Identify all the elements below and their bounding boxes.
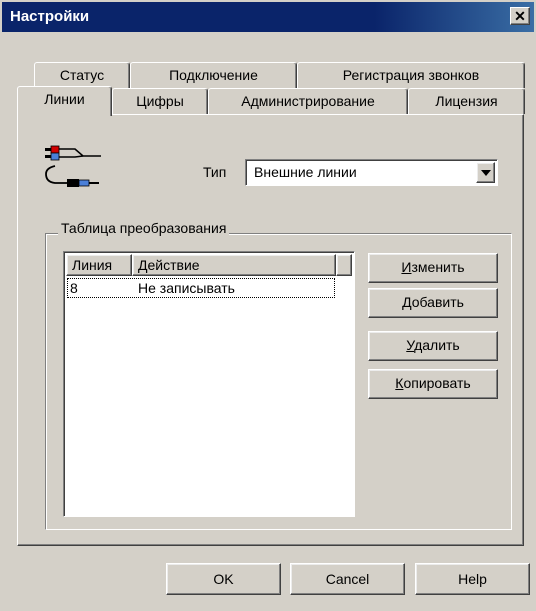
type-select[interactable]: Внешние линии — [245, 159, 498, 186]
delete-button[interactable]: Удалить — [368, 331, 498, 361]
dropdown-arrow-icon[interactable] — [476, 162, 495, 183]
edit-button-hotkey: И — [401, 259, 412, 275]
add-button[interactable]: Добавить — [368, 288, 498, 318]
row-action-cell: Не записывать — [138, 280, 235, 296]
delete-button-hotkey: У — [406, 337, 415, 353]
type-select-value: Внешние линии — [254, 164, 357, 180]
cancel-button[interactable]: Cancel — [290, 563, 405, 595]
type-label: Тип — [203, 164, 227, 180]
conversion-table[interactable]: Линия Действие 8 Не записывать — [63, 251, 355, 517]
column-header-filler — [336, 254, 352, 276]
edit-button-label: зменить — [411, 259, 465, 275]
settings-dialog: Настройки ✕ Статус Подключение Регистрац… — [0, 0, 536, 611]
copy-button[interactable]: Копировать — [368, 369, 498, 399]
add-button-label: обавить — [411, 294, 464, 310]
cable-plugs-icon — [45, 145, 101, 187]
ok-button[interactable]: OK — [166, 563, 281, 595]
table-row[interactable]: 8 Не записывать — [67, 278, 335, 298]
conversion-table-title: Таблица преобразования — [58, 220, 230, 236]
add-button-hotkey: Д — [402, 294, 412, 310]
delete-button-label: далить — [414, 337, 460, 353]
column-header-line[interactable]: Линия — [66, 254, 132, 276]
column-header-action[interactable]: Действие — [132, 254, 336, 276]
row-line-cell: 8 — [70, 280, 78, 296]
help-button[interactable]: Help — [415, 563, 530, 595]
copy-button-label: опировать — [403, 375, 471, 391]
edit-button[interactable]: Изменить — [368, 253, 498, 283]
